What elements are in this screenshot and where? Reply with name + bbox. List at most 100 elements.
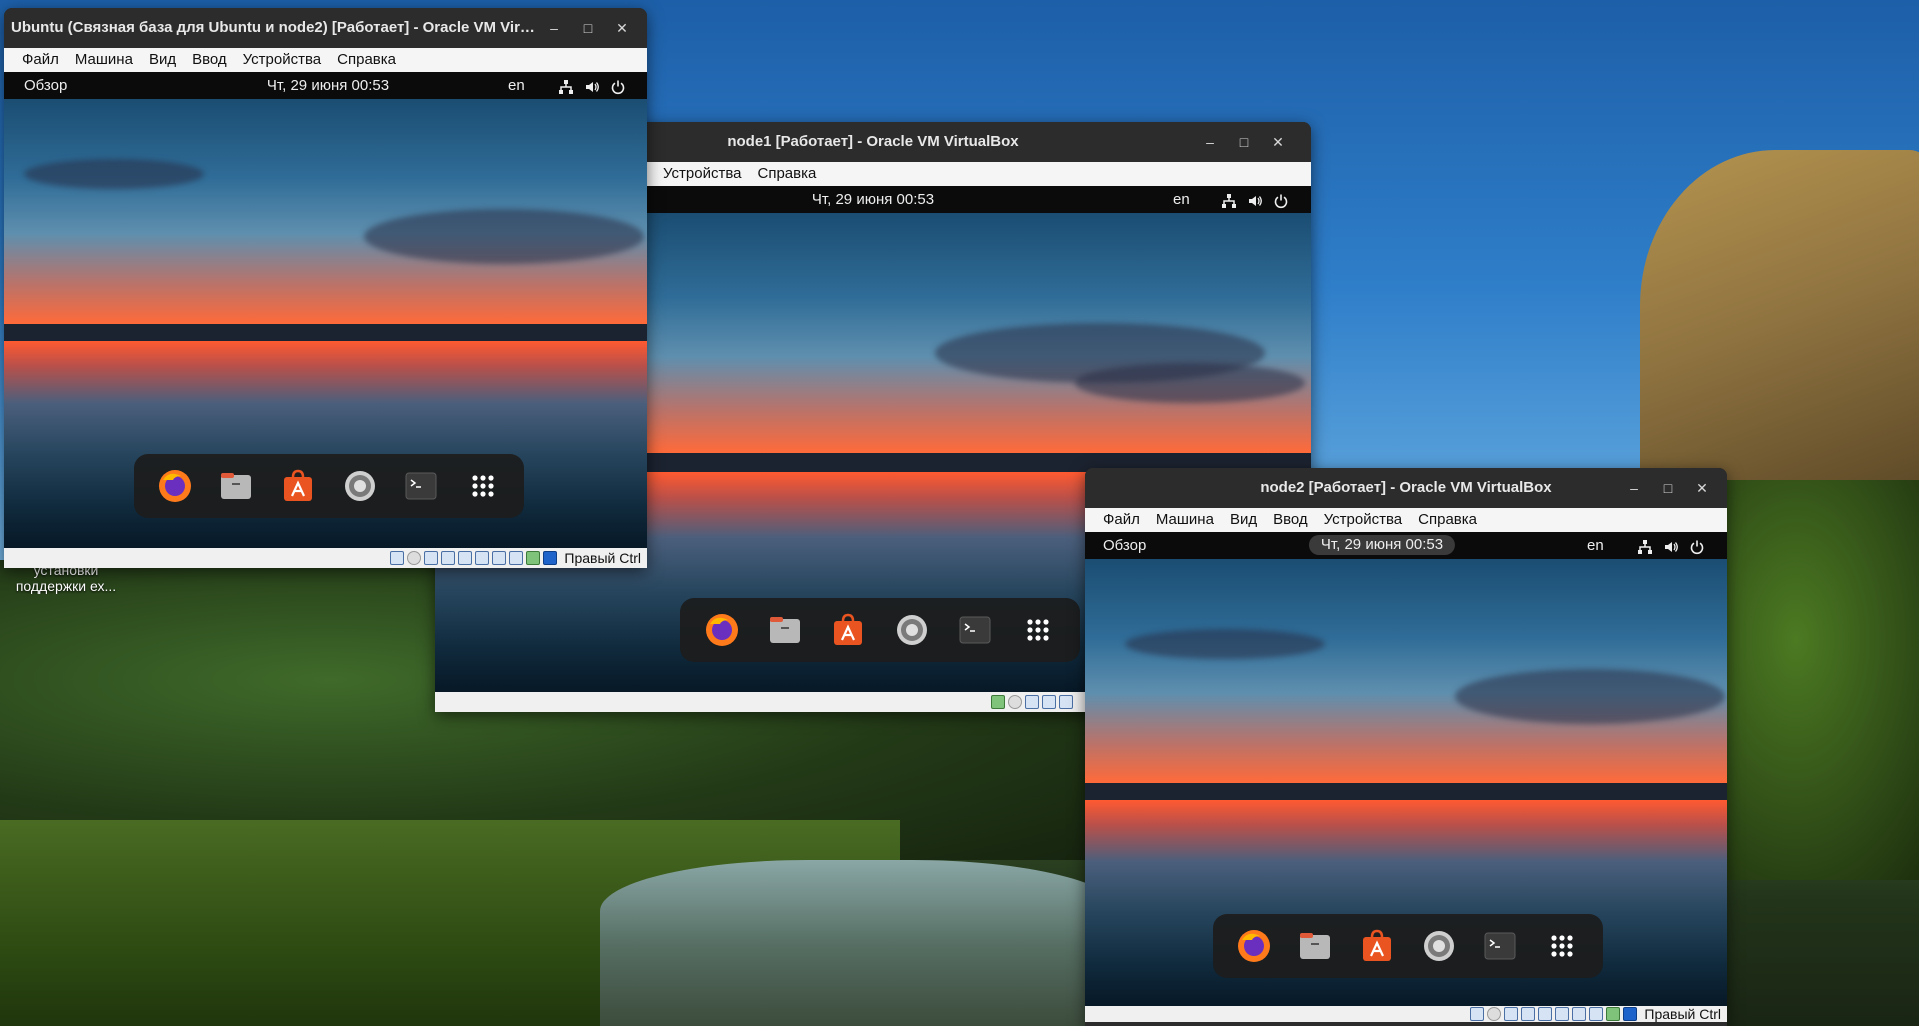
vbox-window-node2[interactable]: node2 [Работает] - Oracle VM VirtualBox … xyxy=(1085,468,1727,1026)
guest-keyboard-layout[interactable]: en xyxy=(1173,186,1190,213)
guest-clock[interactable]: Чт, 29 июня 00:53 xyxy=(812,186,934,213)
show-apps-icon[interactable] xyxy=(1020,612,1056,648)
wallpaper-cloud xyxy=(1125,629,1325,659)
files-icon[interactable] xyxy=(218,468,254,504)
status-display-icon[interactable] xyxy=(1059,695,1073,709)
menu-input[interactable]: Ввод xyxy=(184,48,235,72)
guest-system-tray[interactable] xyxy=(1221,191,1289,209)
wallpaper-cloud xyxy=(1455,669,1725,724)
guest-dock xyxy=(1213,914,1603,978)
app-center-icon[interactable] xyxy=(1359,928,1395,964)
settings-icon[interactable] xyxy=(1421,928,1457,964)
wallpaper-river xyxy=(600,860,1120,1026)
vm-screen[interactable]: Обзор Чт, 29 июня 00:53 en xyxy=(4,72,647,548)
terminal-icon[interactable] xyxy=(403,468,439,504)
power-icon xyxy=(610,77,626,95)
wallpaper-trees xyxy=(1700,480,1919,880)
network-icon xyxy=(558,77,574,94)
menu-machine[interactable]: Машина xyxy=(67,48,141,72)
window-titlebar[interactable]: node2 [Работает] - Oracle VM VirtualBox … xyxy=(1085,468,1727,508)
volume-icon xyxy=(1663,537,1679,553)
guest-clock[interactable]: Чт, 29 июня 00:53 xyxy=(267,72,389,99)
status-display-icon[interactable] xyxy=(492,551,507,565)
status-guest-additions-icon[interactable] xyxy=(526,551,541,565)
guest-keyboard-layout[interactable]: en xyxy=(508,72,525,99)
close-button[interactable]: ✕ xyxy=(1261,122,1295,162)
vm-screen[interactable]: Обзор Чт, 29 июня 00:53 en xyxy=(1085,532,1727,1006)
firefox-icon[interactable] xyxy=(1236,928,1272,964)
settings-icon[interactable] xyxy=(342,468,378,504)
menu-file[interactable]: Файл xyxy=(1095,508,1148,532)
power-icon xyxy=(1689,537,1705,555)
vbox-statusbar: Правый Ctrl xyxy=(1085,1006,1727,1022)
wallpaper-cloud xyxy=(24,159,204,189)
menu-input[interactable]: Ввод xyxy=(1265,508,1316,532)
network-icon xyxy=(1221,191,1237,208)
guest-top-bar: Обзор Чт, 29 июня 00:53 en xyxy=(1085,532,1727,559)
minimize-button[interactable]: – xyxy=(1617,468,1651,508)
status-shared-folders-icon[interactable] xyxy=(1555,1007,1570,1021)
menu-view[interactable]: Вид xyxy=(141,48,184,72)
activities-button[interactable]: Обзор xyxy=(1103,532,1146,559)
menu-devices[interactable]: Устройства xyxy=(235,48,329,72)
status-mouse-integration-icon[interactable] xyxy=(543,551,558,565)
files-icon[interactable] xyxy=(1297,928,1333,964)
activities-button[interactable]: Обзор xyxy=(24,72,67,99)
files-icon[interactable] xyxy=(767,612,803,648)
status-optical-icon[interactable] xyxy=(1008,695,1022,709)
status-network-icon[interactable] xyxy=(991,695,1005,709)
minimize-button[interactable]: – xyxy=(1193,122,1227,162)
wallpaper-cloud xyxy=(364,209,644,264)
guest-system-tray[interactable] xyxy=(1637,537,1705,555)
host-key-label: Правый Ctrl xyxy=(564,550,641,566)
status-display-icon[interactable] xyxy=(1572,1007,1587,1021)
status-hdd-icon[interactable] xyxy=(1470,1007,1485,1021)
guest-top-bar: Обзор Чт, 29 июня 00:53 en xyxy=(4,72,647,99)
terminal-icon[interactable] xyxy=(957,612,993,648)
app-center-icon[interactable] xyxy=(830,612,866,648)
vbox-window-ubuntu[interactable]: Ubuntu (Связная база для Ubuntu и node2)… xyxy=(4,8,647,568)
status-recording-icon[interactable] xyxy=(1589,1007,1604,1021)
menu-devices[interactable]: Устройства xyxy=(1316,508,1410,532)
status-audio-icon[interactable] xyxy=(424,551,439,565)
maximize-button[interactable]: □ xyxy=(1227,122,1261,162)
status-optical-icon[interactable] xyxy=(1487,1007,1502,1021)
status-shared-folders-icon[interactable] xyxy=(1042,695,1056,709)
status-usb-icon[interactable] xyxy=(458,551,473,565)
status-network-icon[interactable] xyxy=(1521,1007,1536,1021)
menu-help[interactable]: Справка xyxy=(749,162,824,186)
menu-devices[interactable]: Устройства xyxy=(655,162,749,186)
firefox-icon[interactable] xyxy=(157,468,193,504)
maximize-button[interactable]: □ xyxy=(571,8,605,48)
status-shared-folders-icon[interactable] xyxy=(475,551,490,565)
status-optical-icon[interactable] xyxy=(407,551,422,565)
status-usb-icon[interactable] xyxy=(1538,1007,1553,1021)
window-titlebar[interactable]: Ubuntu (Связная база для Ubuntu и node2)… xyxy=(4,8,647,48)
show-apps-icon[interactable] xyxy=(465,468,501,504)
menu-help[interactable]: Справка xyxy=(1410,508,1485,532)
firefox-icon[interactable] xyxy=(704,612,740,648)
menu-view[interactable]: Вид xyxy=(1222,508,1265,532)
menu-file[interactable]: Файл xyxy=(14,48,67,72)
status-recording-icon[interactable] xyxy=(509,551,524,565)
status-guest-additions-icon[interactable] xyxy=(1606,1007,1621,1021)
status-mouse-integration-icon[interactable] xyxy=(1623,1007,1638,1021)
app-center-icon[interactable] xyxy=(280,468,316,504)
settings-icon[interactable] xyxy=(894,612,930,648)
menu-help[interactable]: Справка xyxy=(329,48,404,72)
guest-dock xyxy=(680,598,1080,662)
menu-machine[interactable]: Машина xyxy=(1148,508,1222,532)
close-button[interactable]: ✕ xyxy=(605,8,639,48)
minimize-button[interactable]: – xyxy=(537,8,571,48)
show-apps-icon[interactable] xyxy=(1544,928,1580,964)
guest-system-tray[interactable] xyxy=(558,77,626,95)
close-button[interactable]: ✕ xyxy=(1685,468,1719,508)
status-audio-icon[interactable] xyxy=(1025,695,1039,709)
maximize-button[interactable]: □ xyxy=(1651,468,1685,508)
status-audio-icon[interactable] xyxy=(1504,1007,1519,1021)
status-network-icon[interactable] xyxy=(441,551,456,565)
guest-keyboard-layout[interactable]: en xyxy=(1587,532,1604,559)
terminal-icon[interactable] xyxy=(1482,928,1518,964)
guest-clock[interactable]: Чт, 29 июня 00:53 xyxy=(1308,535,1456,555)
status-hdd-icon[interactable] xyxy=(390,551,405,565)
